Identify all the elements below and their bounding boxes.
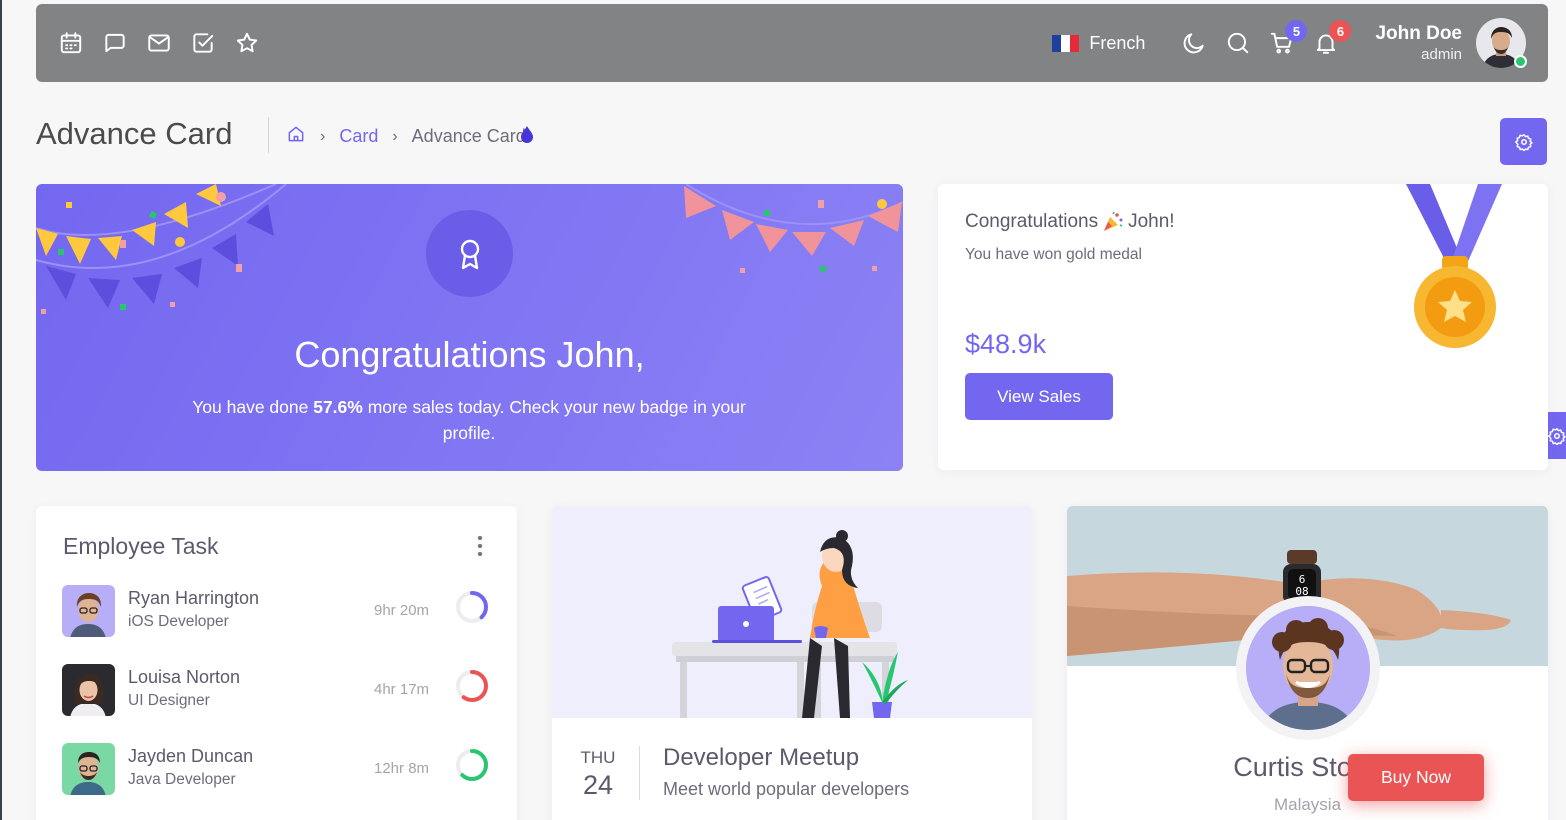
user-role: admin <box>1421 46 1462 63</box>
breadcrumb: › Card › Advance Card <box>286 124 526 149</box>
french-flag-icon <box>1052 34 1080 52</box>
view-sales-button[interactable]: View Sales <box>965 373 1113 420</box>
star-icon[interactable] <box>234 30 260 56</box>
list-item[interactable]: Louisa Norton UI Designer 4hr 17m <box>62 664 492 716</box>
chevron-right-icon: › <box>320 127 326 145</box>
avatar <box>62 664 115 716</box>
meetup-illustration <box>552 506 1032 718</box>
home-icon[interactable] <box>286 124 306 149</box>
page-title: Advance Card <box>36 116 233 151</box>
employee-role: Java Developer <box>128 771 236 788</box>
cart-icon[interactable]: 5 <box>1269 20 1308 56</box>
user-menu[interactable]: John Doe admin <box>1375 18 1527 68</box>
employee-time: 4hr 17m <box>374 681 430 698</box>
progress-ring <box>456 591 488 623</box>
employee-role: iOS Developer <box>128 613 229 630</box>
list-item[interactable]: Jayden Duncan Java Developer 12hr 8m <box>62 743 492 795</box>
banner-text: You have done 57.6% more sales today. Ch… <box>192 397 746 443</box>
meetup-day: THU <box>580 748 616 767</box>
meetup-title: Developer Meetup <box>663 744 860 771</box>
sales-percentage: 57.6% <box>313 397 363 417</box>
top-navbar: French 5 6 John Doe admin <box>36 4 1548 82</box>
medal-card-title: Congratulations John! <box>965 211 1175 232</box>
avatar <box>62 585 115 637</box>
congratulations-banner: Congratulations John, You have done 57.6… <box>36 184 903 471</box>
buy-now-button[interactable]: Buy Now <box>1348 754 1484 801</box>
gear-icon <box>1548 427 1566 445</box>
gold-medal-icon <box>1406 184 1502 348</box>
online-status-dot <box>1514 55 1527 68</box>
award-badge-icon <box>426 210 513 297</box>
developer-meetup-card[interactable]: THU 24 Developer Meetup Meet world popul… <box>552 506 1032 820</box>
banner-title: Congratulations John, <box>294 334 645 375</box>
meetup-date: 24 <box>582 770 614 800</box>
cart-badge: 5 <box>1285 20 1308 42</box>
mail-icon[interactable] <box>146 30 172 56</box>
progress-ring <box>456 670 488 702</box>
meetup-divider <box>639 746 640 800</box>
employee-name: Jayden Duncan <box>128 746 254 766</box>
medal-card-subtitle: You have won gold medal <box>965 246 1142 263</box>
meetup-subtitle: Meet world popular developers <box>663 779 910 799</box>
settings-button[interactable] <box>1500 118 1547 165</box>
avatar <box>62 743 115 795</box>
employee-time: 9hr 20m <box>374 602 430 619</box>
language-selector[interactable]: French <box>1052 33 1145 54</box>
list-item[interactable]: Ryan Harrington iOS Developer 9hr 20m <box>62 585 492 637</box>
search-icon[interactable] <box>1225 30 1251 56</box>
employee-time: 12hr 8m <box>374 760 430 777</box>
gear-icon <box>1514 133 1533 151</box>
user-name: John Doe <box>1375 23 1462 44</box>
chevron-right-icon: › <box>392 127 398 145</box>
employee-task-card: Employee Task Ryan Harrington iOS Develo… <box>36 506 517 820</box>
calendar-icon[interactable] <box>58 30 84 56</box>
language-label: French <box>1089 32 1146 53</box>
sales-amount: $48.9k <box>965 329 1047 359</box>
title-divider <box>268 117 269 153</box>
employee-name: Louisa Norton <box>128 667 241 687</box>
chat-icon[interactable] <box>102 30 128 56</box>
notification-badge: 6 <box>1329 20 1352 42</box>
breadcrumb-card-link[interactable]: Card <box>339 126 378 147</box>
avatar[interactable] <box>1476 18 1527 68</box>
moon-icon[interactable] <box>1181 30 1207 56</box>
shortcut-bar <box>58 30 260 56</box>
gold-medal-card: Congratulations John! You have won gold … <box>938 184 1548 470</box>
party-popper-icon <box>1104 211 1123 231</box>
profile-avatar <box>1236 596 1380 740</box>
employee-role: UI Designer <box>128 692 210 709</box>
cursor-drop-icon <box>521 126 533 143</box>
check-square-icon[interactable] <box>190 30 216 56</box>
progress-ring <box>456 749 488 781</box>
more-vertical-icon[interactable] <box>476 535 484 557</box>
breadcrumb-current: Advance Card <box>411 126 526 146</box>
employee-task-title: Employee Task <box>63 533 219 559</box>
bell-icon[interactable]: 6 <box>1313 20 1352 56</box>
employee-name: Ryan Harrington <box>128 588 260 608</box>
